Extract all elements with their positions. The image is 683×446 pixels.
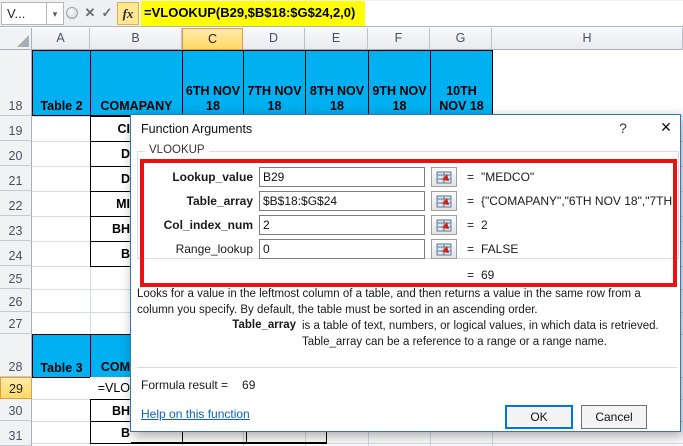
table-array-range-picker-button[interactable] xyxy=(431,191,457,211)
cell-b24[interactable]: B xyxy=(90,241,131,267)
row-header-28[interactable]: 28 xyxy=(0,334,32,377)
col-index-num-label: Col_index_num xyxy=(163,218,253,232)
function-description: Looks for a value in the leftmost column… xyxy=(137,288,641,316)
cell-a28-table3-title[interactable]: Table 3 xyxy=(32,334,91,378)
lookup-value-range-picker-button[interactable] xyxy=(431,167,457,187)
cell-g18-date-header[interactable]: 10TH NOV 18 xyxy=(430,50,493,116)
table-array-result: {"COMAPANY","6TH NOV 18","7TH NOV xyxy=(481,194,677,208)
cell-b23[interactable]: BH xyxy=(90,216,131,242)
row-header-27[interactable]: 27 xyxy=(0,312,32,334)
range-picker-icon xyxy=(436,171,452,183)
col-index-num-result: 2 xyxy=(481,218,488,232)
table-border xyxy=(131,442,327,444)
function-name-label: VLOOKUP xyxy=(145,144,209,156)
select-all-corner[interactable] xyxy=(0,28,32,50)
row-header-25[interactable]: 25 xyxy=(0,266,32,289)
argument-name: Table_array xyxy=(232,319,296,331)
formula-text[interactable]: =VLOOKUP(B29,$B$18:$G$24,2,0) xyxy=(141,1,366,26)
equals-sign: = xyxy=(467,268,475,282)
row-header-24[interactable]: 24 xyxy=(0,241,32,266)
row-header-31[interactable]: 31 xyxy=(0,421,32,446)
cell-f18-date-header[interactable]: 9TH NOV 18 xyxy=(368,50,431,116)
range-lookup-label: Range_lookup xyxy=(175,242,253,256)
cancel-formula-icon[interactable]: ✕ xyxy=(82,4,98,22)
function-result-value: 69 xyxy=(481,268,495,282)
formula-result-line: Formula result = 69 xyxy=(141,378,255,392)
equals-sign: = xyxy=(467,218,475,232)
range-lookup-input[interactable] xyxy=(259,239,425,259)
insert-function-button[interactable]: fx xyxy=(117,2,139,25)
cell-b19[interactable]: CI xyxy=(90,116,131,142)
equals-sign: = xyxy=(467,170,475,184)
cell-b20[interactable]: D xyxy=(90,141,131,167)
column-header-a[interactable]: A xyxy=(32,28,90,50)
table-border xyxy=(326,432,327,443)
argument-description: is a table of text, numbers, or logical … xyxy=(302,320,659,348)
column-header-g[interactable]: G xyxy=(430,28,492,50)
lookup-value-label: Lookup_value xyxy=(172,170,253,184)
cell-c18-date-header[interactable]: 6TH NOV 18 xyxy=(182,50,244,116)
column-header-d[interactable]: D xyxy=(243,28,305,50)
row-header-18[interactable]: 18 xyxy=(0,50,32,116)
column-header-c[interactable]: C xyxy=(182,28,243,50)
range-picker-icon xyxy=(436,195,452,207)
table-border xyxy=(182,432,183,443)
lookup-value-result: "MEDCO" xyxy=(481,170,535,184)
enter-formula-icon[interactable]: ✓ xyxy=(99,4,115,22)
equals-sign: = xyxy=(467,242,475,256)
range-lookup-result: FALSE xyxy=(481,242,519,256)
cell-b31[interactable]: B xyxy=(90,421,131,444)
excel-window: V... ▾ ✕ ✓ fx =VLOOKUP(B29,$B$18:$G$24,2… xyxy=(0,0,683,446)
cancel-button[interactable]: Cancel xyxy=(581,405,647,429)
range-picker-icon xyxy=(436,219,452,231)
cell-b30[interactable]: BH xyxy=(90,399,131,422)
range-lookup-range-picker-button[interactable] xyxy=(431,239,457,259)
row-header-29[interactable]: 29 xyxy=(0,377,32,399)
dialog-close-icon[interactable]: ✕ xyxy=(655,119,677,139)
cell-d18-date-header[interactable]: 7TH NOV 18 xyxy=(243,50,306,116)
cell-b29-formula[interactable]: =VLO xyxy=(90,377,131,399)
row-header-23[interactable]: 23 xyxy=(0,216,32,241)
equals-sign: = xyxy=(467,194,475,208)
table-array-input[interactable] xyxy=(259,191,425,211)
cell-b22[interactable]: MI xyxy=(90,191,131,217)
row-header-21[interactable]: 21 xyxy=(0,166,32,191)
row-header-22[interactable]: 22 xyxy=(0,191,32,216)
name-box-dropdown-icon[interactable]: ▾ xyxy=(47,2,64,25)
column-header-b[interactable]: B xyxy=(90,28,182,50)
column-header-h[interactable]: H xyxy=(492,28,683,50)
row-header-30[interactable]: 30 xyxy=(0,399,32,421)
row-header-26[interactable]: 26 xyxy=(0,289,32,312)
range-picker-icon xyxy=(436,243,452,255)
dialog-help-button[interactable]: ? xyxy=(613,120,633,140)
help-on-this-function-link[interactable]: Help on this function xyxy=(141,407,250,421)
row-header-19[interactable]: 19 xyxy=(0,116,32,141)
col-index-num-input[interactable] xyxy=(259,215,425,235)
cell-e18-date-header[interactable]: 8TH NOV 18 xyxy=(305,50,369,116)
lookup-value-input[interactable] xyxy=(259,167,425,187)
cell-b21[interactable]: D xyxy=(90,166,131,192)
select-all-triangle-icon xyxy=(17,35,29,47)
name-box[interactable]: V... xyxy=(1,2,47,25)
table-border xyxy=(246,432,247,443)
col-index-num-range-picker-button[interactable] xyxy=(431,215,457,235)
formula-bar: V... ▾ ✕ ✓ fx =VLOOKUP(B29,$B$18:$G$24,2… xyxy=(0,0,683,27)
function-arguments-dialog: Function Arguments ? ✕ VLOOKUP Lookup_va… xyxy=(130,114,681,432)
drag-handle-icon xyxy=(66,7,78,19)
column-header-e[interactable]: E xyxy=(305,28,368,50)
dialog-separator xyxy=(137,367,677,368)
cell-a18-table2-title[interactable]: Table 2 xyxy=(32,50,91,116)
table-array-label: Table_array xyxy=(186,194,254,208)
dialog-title: Function Arguments xyxy=(141,122,253,136)
ok-button[interactable]: OK xyxy=(505,405,573,429)
formula-result-label: Formula result = xyxy=(141,378,229,392)
row-header-20[interactable]: 20 xyxy=(0,141,32,166)
cell-b18-company-header[interactable]: COMAPANY xyxy=(90,50,183,116)
formula-result-value: 69 xyxy=(242,378,256,392)
cell-b28[interactable]: COM xyxy=(90,334,131,378)
column-header-f[interactable]: F xyxy=(368,28,430,50)
formula-input-area[interactable]: =VLOOKUP(B29,$B$18:$G$24,2,0) xyxy=(141,1,683,26)
